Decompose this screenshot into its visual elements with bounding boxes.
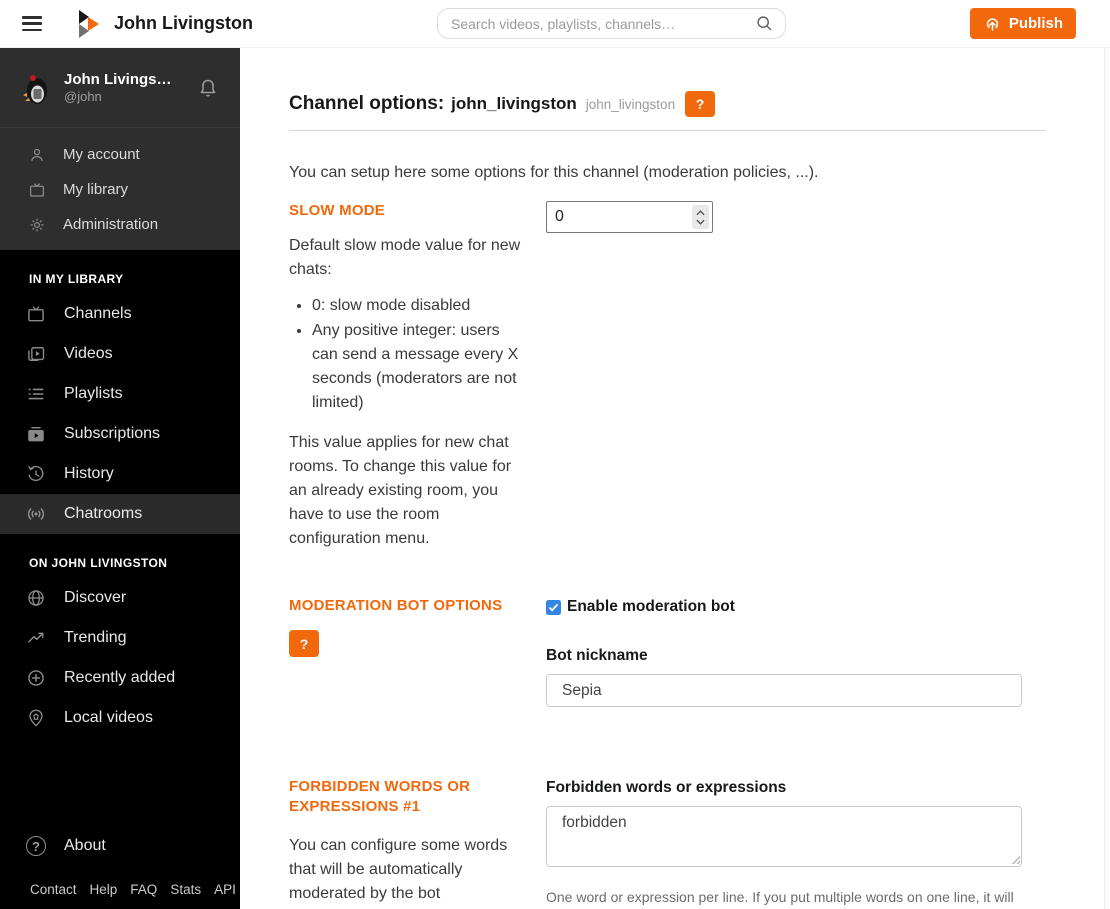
question-circle-icon: ? — [26, 836, 46, 856]
gear-icon — [28, 216, 46, 234]
instance-title[interactable]: John Livingston — [114, 13, 253, 34]
page-title: Channel options: — [289, 93, 445, 114]
heading-divider — [289, 130, 1046, 131]
sidebar-item-videos[interactable]: Videos — [0, 334, 240, 374]
check-icon — [548, 603, 559, 611]
footer-link-stats[interactable]: Stats — [170, 882, 201, 897]
chevron-down-icon — [696, 219, 705, 225]
enable-bot-row: Enable moderation bot — [546, 598, 1022, 616]
section-label-on-instance: ON JOHN LIVINGSTON — [29, 556, 168, 570]
forbidden-words-help: One word or expression per line. If you … — [546, 889, 1014, 905]
sidebar-footer: Contact Help FAQ Stats API — [0, 882, 240, 909]
tv-icon — [28, 181, 46, 199]
footer-link-contact[interactable]: Contact — [30, 882, 77, 897]
sidebar: John Livings… @john My account My librar… — [0, 48, 240, 909]
bot-nickname-input[interactable] — [546, 674, 1022, 707]
forbidden-words-description: You can configure some words that will b… — [289, 837, 508, 902]
slow-mode-input-wrap — [546, 201, 713, 233]
publish-button[interactable]: Publish — [969, 8, 1076, 39]
sidebar-item-my-account[interactable]: My account — [0, 137, 240, 172]
search-box — [437, 8, 786, 39]
sidebar-item-local-videos[interactable]: Local videos — [0, 698, 240, 738]
peertube-logo-icon[interactable] — [76, 9, 100, 39]
slow-mode-title: SLOW MODE — [289, 202, 385, 219]
forbidden-words-textarea[interactable]: forbidden — [546, 806, 1022, 867]
chatrooms-live-icon — [26, 504, 46, 524]
avatar[interactable] — [20, 70, 54, 105]
videos-icon — [26, 344, 46, 364]
globe-icon — [26, 588, 46, 608]
plus-circle-icon — [26, 668, 46, 688]
channels-tv-icon — [26, 304, 46, 324]
chevron-up-icon — [696, 209, 705, 215]
person-icon — [28, 146, 46, 164]
forbidden-words-title: FORBIDDEN WORDS OR EXPRESSIONS #1 — [289, 778, 471, 815]
enable-bot-checkbox[interactable] — [546, 599, 561, 615]
page-header: Channel options: john_livingston john_li… — [289, 91, 1046, 117]
moderation-bot-row: MODERATION BOT OPTIONS ? Enable moderati… — [289, 596, 1046, 707]
moderation-bot-help-button[interactable]: ? — [289, 630, 319, 657]
logged-in-user[interactable]: John Livings… @john — [0, 48, 240, 128]
footer-link-help[interactable]: Help — [90, 882, 118, 897]
channel-options-help-button[interactable]: ? — [685, 91, 716, 117]
history-clock-icon — [26, 464, 46, 484]
menu-toggle-icon[interactable] — [22, 16, 42, 31]
scrollbar[interactable] — [1104, 48, 1110, 909]
sidebar-item-chatrooms[interactable]: Chatrooms — [0, 494, 240, 534]
slow-mode-input[interactable] — [546, 201, 713, 233]
search-input[interactable] — [438, 15, 754, 32]
bot-nickname-label: Bot nickname — [546, 647, 648, 664]
sidebar-item-discover[interactable]: Discover — [0, 578, 240, 618]
user-display-name: John Livings… — [64, 71, 172, 88]
sidebar-item-playlists[interactable]: Playlists — [0, 374, 240, 414]
home-pin-icon — [26, 708, 46, 728]
slow-mode-note: This value applies for new chat rooms. T… — [289, 434, 512, 547]
number-spinner[interactable] — [692, 205, 709, 229]
search-icon[interactable] — [754, 13, 775, 34]
sidebar-account-block: John Livings… @john My account My librar… — [0, 48, 240, 250]
slow-mode-bullet: Any positive integer: users can send a m… — [312, 319, 521, 415]
page-title-channel-name: john_livingston — [451, 94, 577, 113]
section-label-in-my-library: IN MY LIBRARY — [29, 272, 124, 286]
forbidden-words-field-label: Forbidden words or expressions — [546, 779, 787, 796]
footer-link-api[interactable]: API — [214, 882, 236, 897]
sidebar-item-administration[interactable]: Administration — [0, 207, 240, 242]
notifications-bell-icon[interactable] — [196, 76, 220, 100]
sidebar-item-subscriptions[interactable]: Subscriptions — [0, 414, 240, 454]
enable-bot-label: Enable moderation bot — [567, 598, 735, 615]
forbidden-words-row: FORBIDDEN WORDS OR EXPRESSIONS #1 You ca… — [289, 777, 1046, 909]
sidebar-item-history[interactable]: History — [0, 454, 240, 494]
main-content: Channel options: john_livingston john_li… — [240, 48, 1110, 909]
slow-mode-bullet: 0: slow mode disabled — [312, 294, 521, 318]
sidebar-item-about[interactable]: ? About — [0, 826, 240, 866]
sidebar-item-recently-added[interactable]: Recently added — [0, 658, 240, 698]
upload-icon — [983, 14, 1002, 33]
slow-mode-description: Default slow mode value for new chats: — [289, 237, 521, 278]
user-handle: @john — [64, 89, 102, 104]
sidebar-item-my-library[interactable]: My library — [0, 172, 240, 207]
sidebar-item-trending[interactable]: Trending — [0, 618, 240, 658]
subscriptions-icon — [26, 424, 46, 444]
footer-link-faq[interactable]: FAQ — [130, 882, 157, 897]
playlists-icon — [26, 384, 46, 404]
slow-mode-bullet-list: 0: slow mode disabled Any positive integ… — [289, 294, 521, 415]
sidebar-item-channels[interactable]: Channels — [0, 294, 240, 334]
intro-text: You can setup here some options for this… — [289, 164, 819, 181]
slow-mode-row: SLOW MODE Default slow mode value for ne… — [289, 201, 1046, 551]
moderation-bot-title: MODERATION BOT OPTIONS — [289, 597, 503, 614]
trending-icon — [26, 628, 46, 648]
top-bar: John Livingston Publish — [0, 0, 1110, 48]
channel-handle: john_livingston — [585, 96, 676, 112]
